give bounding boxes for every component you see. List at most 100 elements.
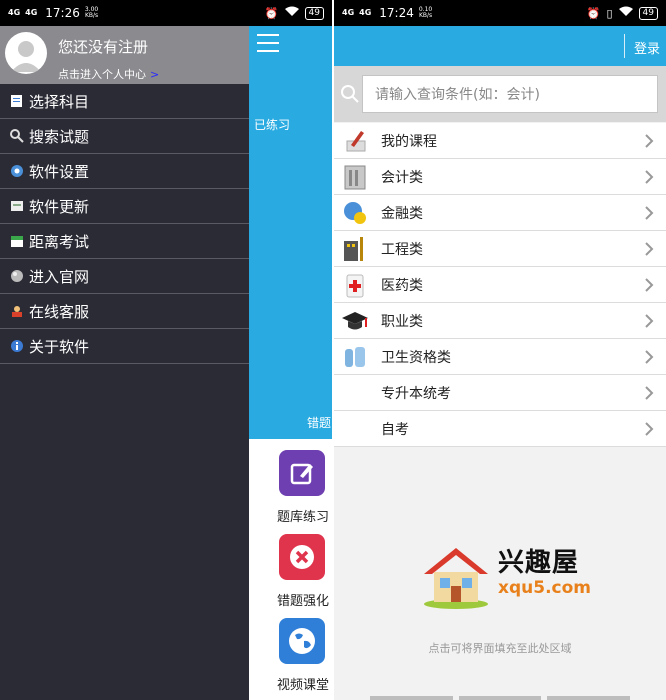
login-button[interactable]: 登录 — [634, 38, 660, 57]
status-bar: 4G 4G 17:24 0.10 KB/s ⏰ ▯ 49 — [334, 0, 666, 26]
left-phone-screen: 4G 4G 17:26 3.00 KB/s ⏰ 49 已练习 错题 题库练习 错… — [0, 0, 332, 700]
menu-item-countdown[interactable]: 距离考试 — [0, 224, 249, 259]
category-my-courses[interactable]: 我的课程 — [334, 123, 666, 159]
pencil-icon — [340, 126, 370, 156]
menu-item-label: 搜索试题 — [29, 127, 90, 146]
chevron-right-icon — [645, 170, 654, 184]
menu-item-search[interactable]: 搜索试题 — [0, 119, 249, 154]
category-upgrade-exam[interactable]: 专升本统考 — [334, 375, 666, 411]
battery-indicator: 49 — [638, 6, 658, 20]
category-label: 会计类 — [381, 169, 423, 186]
info-icon — [10, 339, 24, 353]
tile-label: 视频课堂 — [277, 678, 330, 693]
category-health-qualification[interactable]: 卫生资格类 — [334, 339, 666, 375]
menu-item-about[interactable]: 关于软件 — [0, 329, 249, 364]
menu-item-update[interactable]: 软件更新 — [0, 189, 249, 224]
category-list: 我的课程 会计类 金融类 工程类 医药类 职业类 卫生资格类 专升本统考 自考 — [334, 123, 666, 447]
chevron-right-icon — [645, 422, 654, 436]
menu-item-settings[interactable]: 软件设置 — [0, 154, 249, 189]
menu-item-website[interactable]: 进入官网 — [0, 259, 249, 294]
hamburger-menu-icon[interactable] — [257, 34, 279, 52]
separator — [624, 34, 625, 58]
network-indicator-2: 4G — [25, 8, 38, 17]
avatar[interactable] — [5, 32, 47, 74]
alarm-icon: ⏰ — [586, 6, 601, 20]
watermark-domain: xqu5.com — [498, 578, 591, 598]
menu-item-label: 选择科目 — [29, 92, 90, 111]
house-logo-icon — [424, 548, 488, 609]
tile-wrong-questions[interactable]: 错题强化 — [277, 534, 329, 609]
vibrate-icon: ▯ — [606, 6, 613, 20]
ledger-icon — [340, 162, 370, 192]
category-self-study-exam[interactable]: 自考 — [334, 411, 666, 447]
update-icon — [10, 199, 24, 213]
calendar-icon — [10, 234, 24, 248]
main-app-background: 已练习 错题 题库练习 错题强化 视频课堂 — [249, 26, 332, 700]
tile-question-bank[interactable]: 题库练习 — [277, 450, 329, 525]
drawer-menu: 选择科目 搜索试题 软件设置 软件更新 距离考试 进入官网 在线客服 关于软件 — [0, 84, 249, 364]
app-header-panel: 已练习 错题 — [249, 26, 332, 439]
search-icon[interactable] — [340, 84, 360, 104]
category-accounting[interactable]: 会计类 — [334, 159, 666, 195]
network-indicator: 4G — [8, 8, 21, 17]
profile-center-link[interactable]: 点击进入个人中心 > — [58, 66, 159, 82]
category-label: 医药类 — [381, 277, 423, 294]
wifi-icon — [618, 6, 633, 20]
chevron-right-icon — [645, 242, 654, 256]
search-bar: 请输入查询条件(如：会计) — [334, 66, 666, 122]
tile-label: 错题强化 — [277, 594, 330, 609]
globe-icon — [10, 269, 24, 283]
status-time: 17:26 — [45, 6, 80, 20]
battery-indicator: 49 — [304, 6, 324, 20]
document-icon — [10, 94, 24, 108]
footer-hint[interactable]: 点击可将界面填充至此处区域 — [334, 640, 666, 656]
watermark-logo: 兴趣屋 xqu5.com — [418, 540, 591, 610]
app-top-bar: 登录 — [334, 26, 666, 66]
practiced-label: 已练习 — [254, 118, 291, 132]
screenshot-composite: 4G 4G 17:26 3.00 KB/s ⏰ 49 已练习 错题 题库练习 错… — [0, 0, 666, 700]
menu-item-label: 软件更新 — [29, 197, 90, 216]
category-label: 工程类 — [381, 241, 423, 258]
category-finance[interactable]: 金融类 — [334, 195, 666, 231]
chevron-right-icon — [645, 134, 654, 148]
arrow-icon: > — [150, 68, 160, 81]
bottom-tab[interactable] — [458, 696, 542, 700]
chevron-right-icon — [645, 206, 654, 220]
search-input[interactable]: 请输入查询条件(如：会计) — [362, 75, 658, 113]
chevron-right-icon — [645, 314, 654, 328]
edit-icon — [279, 450, 325, 496]
network-speed: 3.00 KB/s — [84, 6, 99, 19]
profile-header[interactable]: 您还没有注册 点击进入个人中心 > — [0, 26, 249, 84]
category-engineering[interactable]: 工程类 — [334, 231, 666, 267]
chevron-right-icon — [645, 278, 654, 292]
bottom-tab[interactable] — [547, 696, 631, 700]
wifi-icon — [284, 6, 299, 20]
menu-item-select-subject[interactable]: 选择科目 — [0, 84, 249, 119]
search-icon — [10, 129, 24, 143]
graduation-cap-icon — [340, 306, 370, 336]
tile-label: 题库练习 — [277, 510, 330, 525]
category-vocational[interactable]: 职业类 — [334, 303, 666, 339]
status-time: 17:24 — [379, 6, 414, 20]
category-label: 自考 — [381, 421, 409, 438]
network-indicator: 4G — [342, 8, 355, 17]
watermark-name: 兴趣屋 — [498, 548, 580, 578]
menu-item-label: 进入官网 — [29, 267, 90, 286]
menu-item-support[interactable]: 在线客服 — [0, 294, 249, 329]
network-speed: 0.10 KB/s — [418, 6, 433, 19]
profile-name: 您还没有注册 — [58, 38, 149, 56]
menu-item-label: 距离考试 — [29, 232, 90, 251]
menu-item-label: 在线客服 — [29, 302, 90, 321]
category-label: 我的课程 — [381, 133, 437, 150]
bottom-tab[interactable] — [370, 696, 453, 700]
category-label: 卫生资格类 — [381, 349, 451, 366]
category-medicine[interactable]: 医药类 — [334, 267, 666, 303]
finance-icon — [340, 198, 370, 228]
close-icon — [279, 534, 325, 580]
tile-video-class[interactable]: 视频课堂 — [277, 618, 329, 693]
menu-item-label: 关于软件 — [29, 337, 90, 356]
gear-icon — [10, 164, 24, 178]
bottom-tab-bar — [370, 696, 631, 700]
alarm-icon: ⏰ — [264, 6, 279, 20]
category-label: 职业类 — [381, 313, 423, 330]
